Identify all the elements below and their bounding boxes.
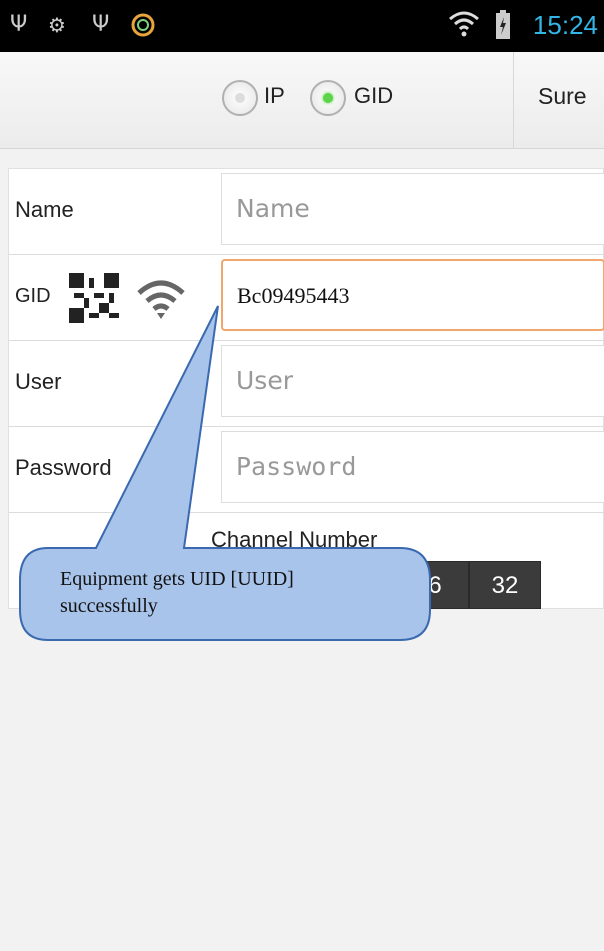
battery-icon	[495, 10, 511, 40]
callout-line-1: Equipment gets UID [UUID]	[60, 568, 294, 590]
name-label: Name	[15, 197, 74, 222]
wifi-icon	[448, 10, 480, 40]
gid-row: GID Bc09495443	[9, 255, 604, 341]
qr-code-icon[interactable]	[69, 273, 119, 323]
password-label: Password	[15, 455, 112, 480]
device-form: Name Name GID Bc09495443 User User Passw…	[8, 168, 604, 609]
callout-text: Equipment gets UID [UUID] successfully	[60, 566, 420, 620]
password-input[interactable]: Password	[221, 431, 604, 503]
sure-button[interactable]: Sure	[538, 83, 587, 110]
callout-line-2: successfully	[60, 595, 158, 617]
user-label: User	[15, 369, 62, 394]
channel-option-32[interactable]: 32	[469, 561, 541, 609]
user-input[interactable]: User	[221, 345, 604, 417]
gid-label: GID	[15, 285, 51, 307]
name-input[interactable]: Name	[221, 173, 604, 245]
usb-icon: Ψ	[92, 12, 110, 37]
user-row: User User	[9, 341, 604, 427]
gid-input[interactable]: Bc09495443	[221, 259, 604, 331]
wifi-config-icon[interactable]	[135, 277, 187, 321]
radio-ip[interactable]	[222, 80, 258, 116]
password-row: Password Password	[9, 427, 604, 513]
toolbar-divider	[513, 52, 514, 148]
radio-ip-label[interactable]: IP	[264, 83, 285, 109]
channel-number-label: Channel Number	[211, 527, 378, 552]
radio-gid-label[interactable]: GID	[354, 83, 393, 109]
status-time: 15:24	[532, 10, 598, 40]
name-row: Name Name	[9, 169, 604, 255]
status-bar: Ψ ⚙ Ψ 15:24	[0, 0, 604, 52]
app-icon	[130, 10, 156, 40]
mode-toolbar: IP GID Sure	[0, 52, 604, 149]
usb-icon: Ψ	[10, 12, 28, 37]
android-debug-icon: ⚙	[48, 13, 66, 37]
radio-gid[interactable]	[310, 80, 346, 116]
